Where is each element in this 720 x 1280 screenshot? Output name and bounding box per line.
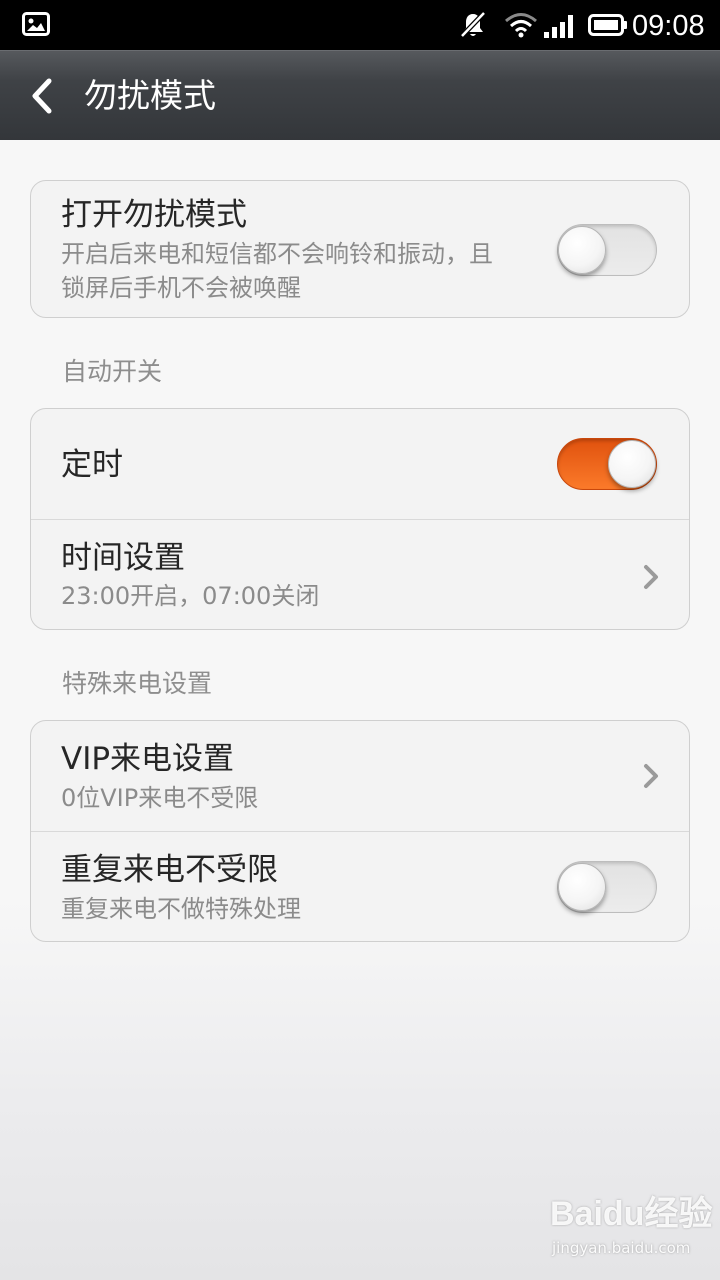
back-arrow-icon[interactable] — [18, 71, 68, 121]
clock: 09:08 — [632, 10, 705, 42]
watermark-brand: Baidu经验 — [550, 1195, 713, 1233]
repeat-call-row: 重复来电不受限 重复来电不做特殊处理 — [31, 832, 689, 941]
vip-summary: 0位VIP来电不受限 — [61, 784, 259, 812]
time-settings-title: 时间设置 — [61, 540, 185, 576]
silent-mode-icon — [460, 11, 486, 38]
special-card: VIP来电设置 0位VIP来电不受限 重复来电不受限 重复来电不做特殊处理 — [30, 720, 690, 942]
auto-card: 定时 时间设置 23:00开启，07:00关闭 — [30, 408, 690, 630]
chevron-right-icon — [644, 764, 658, 788]
repeat-call-toggle[interactable] — [557, 861, 657, 913]
repeat-call-summary: 重复来电不做特殊处理 — [61, 895, 301, 923]
chevron-right-icon — [644, 565, 658, 589]
schedule-toggle[interactable] — [557, 438, 657, 490]
toggle-knob — [608, 440, 656, 488]
toggle-knob — [558, 226, 606, 274]
time-settings-row[interactable]: 时间设置 23:00开启，07:00关闭 — [31, 520, 689, 629]
battery-icon — [588, 14, 627, 36]
watermark-url: jingyan.baidu.com — [552, 1239, 691, 1257]
page-title: 勿扰模式 — [84, 76, 216, 115]
repeat-call-title: 重复来电不受限 — [61, 852, 278, 888]
time-settings-summary: 23:00开启，07:00关闭 — [61, 582, 320, 610]
section-label-special: 特殊来电设置 — [62, 669, 213, 698]
dnd-toggle[interactable] — [557, 224, 657, 276]
status-bar: 09:08 — [0, 0, 720, 50]
dnd-row: 打开勿扰模式 开启后来电和短信都不会响铃和振动，且 锁屏后手机不会被唤醒 — [31, 181, 689, 317]
schedule-title: 定时 — [61, 447, 123, 483]
toggle-knob — [558, 863, 606, 911]
signal-icon — [544, 15, 573, 38]
dnd-description-line2: 锁屏后手机不会被唤醒 — [61, 274, 301, 302]
wifi-icon — [505, 13, 537, 38]
schedule-row: 定时 — [31, 409, 689, 519]
baidu-watermark: Baidu经验 jingyan.baidu.com — [550, 1192, 713, 1272]
title-bar: 勿扰模式 — [0, 50, 720, 140]
dnd-card: 打开勿扰模式 开启后来电和短信都不会响铃和振动，且 锁屏后手机不会被唤醒 — [30, 180, 690, 318]
gallery-icon — [22, 12, 50, 36]
section-label-auto: 自动开关 — [62, 357, 163, 386]
dnd-title: 打开勿扰模式 — [61, 197, 247, 233]
dnd-description-line1: 开启后来电和短信都不会响铃和振动，且 — [61, 240, 493, 268]
vip-title: VIP来电设置 — [61, 741, 235, 777]
vip-row[interactable]: VIP来电设置 0位VIP来电不受限 — [31, 721, 689, 831]
